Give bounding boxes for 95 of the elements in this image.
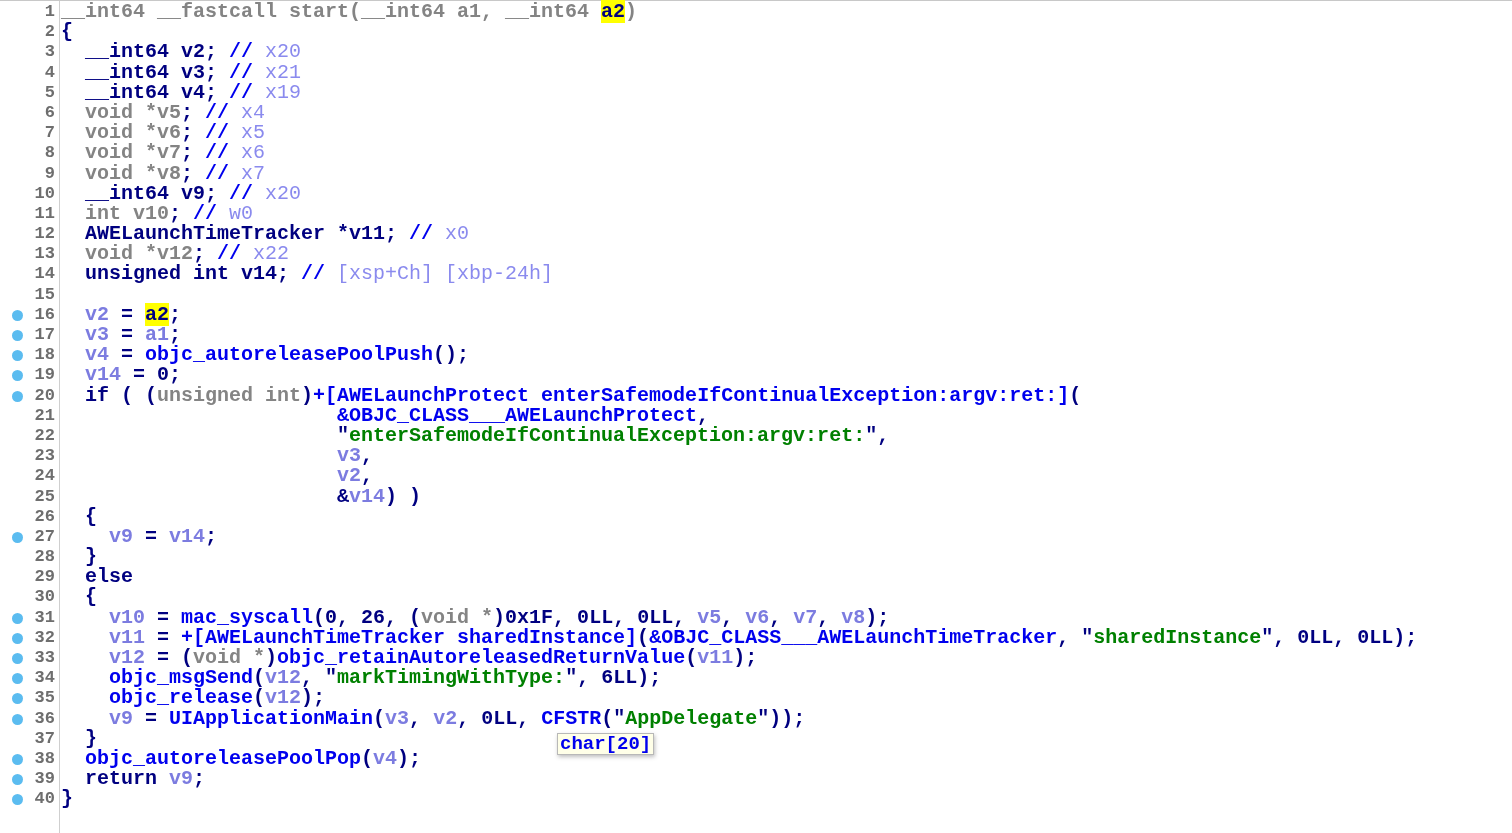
line-number: 4	[44, 62, 56, 83]
code-line: void *v12; // x22	[84, 244, 290, 265]
line-number: 9	[44, 163, 56, 184]
code-line: v3 = a1;	[84, 325, 182, 346]
line-number: 10	[34, 183, 56, 204]
code-line: v14 = 0;	[84, 365, 182, 386]
code-line: __int64 v3; // x21	[84, 62, 302, 83]
code-line: {	[84, 587, 97, 608]
code-line: }	[61, 789, 73, 810]
code-line: void *v6; // x5	[84, 123, 266, 144]
code-line: if ( (unsigned int)+[AWELaunchProtect enterSafemodeIfContinualException:argv:ret:](	[84, 385, 1082, 406]
line-number: 16	[34, 304, 56, 325]
line-number: 21	[34, 405, 56, 426]
line-number: 17	[34, 325, 56, 346]
breakpoint-icon[interactable]	[12, 531, 23, 543]
code-line: __int64 __fastcall start(__int64 a1, __int64 a2)	[61, 2, 638, 23]
breakpoint-icon[interactable]	[12, 612, 23, 624]
line-number: 23	[34, 446, 56, 467]
line-number: 35	[34, 688, 56, 709]
line-number: 25	[34, 486, 56, 507]
code-line: v3,	[336, 446, 374, 467]
code-line: void *v5; // x4	[84, 102, 266, 124]
line-number: 39	[34, 769, 56, 790]
code-line: }	[84, 728, 97, 749]
line-number: 7	[44, 123, 56, 144]
code-line: }	[84, 547, 97, 568]
breakpoint-icon[interactable]	[12, 673, 23, 685]
code-line: __int64 v2; // x20	[84, 42, 302, 63]
line-number: 30	[34, 587, 56, 608]
line-number: 22	[34, 425, 56, 447]
code-line: unsigned int v14; // [xsp+Ch] [xbp-24h]	[84, 264, 554, 285]
line-number: 32	[34, 627, 56, 648]
code-line: v2 = a2;	[84, 304, 182, 325]
code-line: v4 = objc_autoreleasePoolPush();	[84, 345, 470, 366]
line-number: 19	[34, 365, 56, 386]
breakpoint-icon[interactable]	[12, 653, 23, 664]
line-number: 6	[44, 102, 56, 124]
breakpoint-icon[interactable]	[12, 370, 23, 382]
line-number: 33	[34, 648, 56, 669]
code-line: &v14) )	[336, 486, 422, 507]
code-line: v10 = mac_syscall(0, 26, (void *)0x1F, 0LL, 0LL, v5, v6, v7, v8);	[108, 607, 890, 628]
breakpoint-icon[interactable]	[12, 330, 23, 341]
line-number: 14	[34, 264, 56, 285]
code-line: AWELaunchTimeTracker *v11; // x0	[84, 224, 470, 245]
line-number: 40	[34, 789, 56, 810]
code-line: return v9;	[84, 769, 206, 790]
line-number: 36	[34, 708, 56, 729]
code-line: v9 = UIApplicationMain(v3, v2, 0LL, CFSTR("AppDelegate"));	[108, 708, 806, 729]
line-number: 1	[44, 2, 56, 23]
line-number: 11	[34, 203, 56, 225]
line-number: 28	[34, 547, 56, 568]
line-number: 18	[34, 345, 56, 366]
breakpoint-icon[interactable]	[12, 753, 23, 765]
breakpoint-icon[interactable]	[12, 350, 23, 362]
line-number: 20	[34, 385, 56, 406]
line-number: 12	[34, 224, 56, 245]
line-number: 29	[34, 567, 56, 588]
breakpoint-icon[interactable]	[12, 390, 23, 402]
code-line: void *v8; // x7	[84, 163, 266, 184]
code-line: else	[84, 567, 133, 588]
line-number: 34	[34, 668, 56, 689]
code-line: v2,	[336, 466, 374, 487]
line-number: 37	[34, 728, 56, 749]
code-line: objc_msgSend(v12, "markTimingWithType:", 6LL);	[108, 668, 662, 689]
breakpoint-icon[interactable]	[12, 693, 23, 705]
code-line: v11 = +[AWELaunchTimeTracker sharedInstance](&OBJC_CLASS___AWELaunchTimeTracker, "sharedInstance", 0LL, 0LL);	[108, 627, 1418, 648]
line-number: 15	[34, 284, 56, 305]
code-line: {	[61, 22, 73, 43]
breakpoint-icon[interactable]	[12, 309, 23, 321]
code-line: int v10; // w0	[84, 203, 254, 225]
code-line: v12 = (void *)objc_retainAutoreleasedReturnValue(v11);	[108, 648, 758, 669]
breakpoint-icon[interactable]	[12, 774, 23, 786]
code-line: &OBJC_CLASS___AWELaunchProtect,	[337, 405, 710, 426]
code-line: __int64 v9; // x20	[84, 183, 302, 204]
line-number: 27	[34, 526, 56, 548]
line-number: 38	[34, 748, 56, 770]
line-number: 24	[34, 466, 56, 487]
line-number: 5	[44, 82, 56, 103]
line-number: 8	[44, 143, 56, 164]
code-line: __int64 v4; // x19	[84, 82, 302, 103]
line-number: 2	[44, 22, 56, 43]
tooltip: char[20]	[557, 733, 655, 755]
code-line: "enterSafemodeIfContinualException:argv:ret:",	[336, 425, 890, 447]
code-line: void *v7; // x6	[84, 143, 266, 164]
code-line: objc_autoreleasePoolPop(v4);	[84, 748, 422, 770]
breakpoint-icon[interactable]	[12, 794, 23, 806]
breakpoint-icon[interactable]	[12, 632, 23, 644]
code-line: v9 = v14;	[108, 526, 218, 548]
line-number: 31	[34, 607, 56, 628]
breakpoint-icon[interactable]	[12, 713, 23, 725]
code-line: {	[84, 506, 97, 527]
line-number: 3	[44, 42, 56, 63]
line-number: 13	[34, 244, 56, 265]
code-line: objc_release(v12);	[108, 688, 326, 709]
line-number: 26	[34, 506, 56, 527]
